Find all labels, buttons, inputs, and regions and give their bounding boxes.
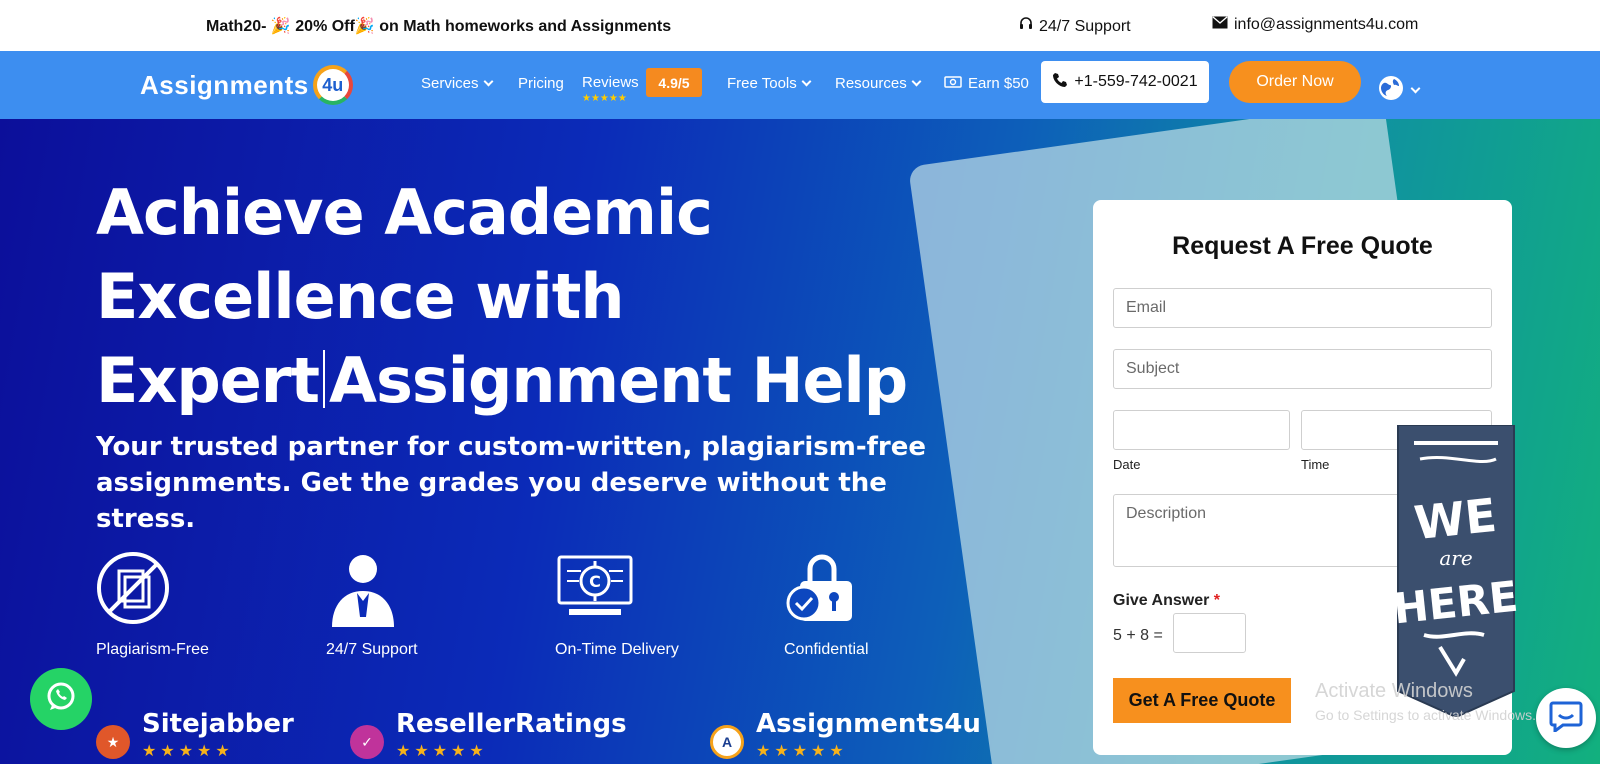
hero-headline: Achieve Academic Excellence with Expert A… [96,171,956,423]
promo-text[interactable]: Math20- 🎉 20% Off🎉 on Math homeworks and… [206,16,671,36]
give-answer-text: Give Answer [1113,592,1210,609]
feature-support: 24/7 Support [326,551,418,659]
nav-free-tools-label: Free Tools [727,75,797,92]
required-mark: * [1213,592,1221,609]
phone-label: +1-559-742-0021 [1074,73,1198,90]
watermark-line-2: Go to Settings to activate Windows. [1315,707,1536,723]
top-promo-bar: Math20- 🎉 20% Off🎉 on Math homeworks and… [0,0,1600,51]
captcha-answer-field[interactable] [1173,613,1246,653]
nav-reviews-label: Reviews [582,74,639,91]
date-label: Date [1113,457,1141,472]
feature-plagiarism-free: Plagiarism-Free [96,551,209,659]
review-site-name: Assignments4u [756,709,981,739]
support-label: 24/7 Support [1039,17,1131,35]
feature-confidential: Confidential [784,551,869,659]
get-free-quote-button[interactable]: Get A Free Quote [1113,678,1291,723]
review-sitejabber[interactable]: ★ Sitejabber ★★★★★ [96,709,294,761]
whatsapp-icon [44,680,78,719]
nav-free-tools[interactable]: Free Tools [727,75,812,92]
logo-badge: 4u [312,65,353,105]
nav-earn-label: Earn $50 [968,75,1029,92]
globe-icon [1378,75,1404,106]
quote-title: Request A Free Quote [1172,232,1433,260]
email-field[interactable]: Email [1113,288,1492,328]
nav-services-label: Services [421,75,479,92]
captcha-question: 5 + 8 = [1113,627,1163,644]
main-nav: Assignments 4u Services Pricing Reviews … [0,51,1600,119]
lock-check-icon [784,551,864,631]
review-site-name: ResellerRatings [396,709,627,739]
review-resellerratings[interactable]: ✓ ResellerRatings ★★★★★ [350,709,627,761]
headset-icon [1018,16,1034,37]
hero-subtitle: Your trusted partner for custom-written,… [96,432,927,534]
chevron-down-icon [483,76,493,87]
assignments4u-logo: A [710,725,744,759]
money-icon [944,75,962,92]
feature-label: 24/7 Support [326,641,418,658]
svg-text:C: C [589,572,601,591]
chevron-down-icon [1410,83,1421,94]
language-selector[interactable] [1378,75,1421,106]
resellerratings-logo: ✓ [350,725,384,759]
support-link[interactable]: 24/7 Support [1018,16,1131,37]
email-label: info@assignments4u.com [1234,16,1419,33]
nav-resources[interactable]: Resources [835,75,922,92]
chat-bubble-icon [1549,700,1583,737]
give-answer-label: Give Answer * [1113,592,1220,610]
chevron-down-icon [801,76,812,87]
site-logo[interactable]: Assignments 4u [140,65,353,105]
nav-services[interactable]: Services [421,75,493,92]
headline-word-assignment-help: Assignment Help [329,344,908,417]
no-copy-icon [96,551,176,631]
feature-label: Plagiarism-Free [96,641,209,658]
logo-text: Assignments [140,69,309,100]
windows-activation-watermark: Activate Windows Go to Settings to activ… [1315,680,1536,723]
ribbon-line-2: are [1439,546,1472,570]
review-assignments4u[interactable]: A Assignments4u ★★★★★ [710,709,981,761]
phone-button[interactable]: +1-559-742-0021 [1041,61,1209,103]
nav-reviews[interactable]: Reviews [582,74,639,91]
feature-label: Confidential [784,641,869,658]
typing-caret [323,350,325,408]
review-site-name: Sitejabber [142,709,294,739]
reviews-stars: ★★★★★ [582,93,627,104]
subject-field[interactable]: Subject [1113,349,1492,389]
time-label: Time [1301,457,1330,472]
nav-pricing[interactable]: Pricing [518,75,564,92]
phone-icon [1052,72,1068,93]
support-agent-icon [326,551,406,631]
envelope-icon [1212,16,1228,34]
feature-label: On-Time Delivery [555,641,679,658]
headline-line-3: Expert Assignment Help [96,339,956,423]
chat-button[interactable] [1536,688,1596,748]
watermark-line-1: Activate Windows [1315,680,1473,702]
headline-line-2: Excellence with [96,260,625,333]
sitejabber-logo: ★ [96,725,130,759]
date-field[interactable] [1113,410,1290,450]
ribbon-line-1: WE [1412,488,1499,550]
feature-on-time-delivery: C On-Time Delivery [555,551,679,659]
rating-badge: 4.9/5 [646,68,702,97]
nav-earn[interactable]: Earn $50 [944,75,1029,92]
we-are-here-badge[interactable]: WE are HERE [1391,424,1520,719]
review-stars: ★★★★★ [142,743,234,760]
chevron-down-icon [911,76,922,87]
nav-resources-label: Resources [835,75,907,92]
whatsapp-button[interactable] [30,668,92,730]
nav-pricing-label: Pricing [518,75,564,92]
headline-line-1: Achieve Academic [96,176,713,249]
review-stars: ★★★★★ [756,743,848,760]
order-now-button[interactable]: Order Now [1229,61,1361,103]
email-link[interactable]: info@assignments4u.com [1212,16,1418,34]
headline-word-expert: Expert [96,344,320,417]
review-stars: ★★★★★ [396,743,488,760]
book-clock-icon: C [555,551,635,631]
